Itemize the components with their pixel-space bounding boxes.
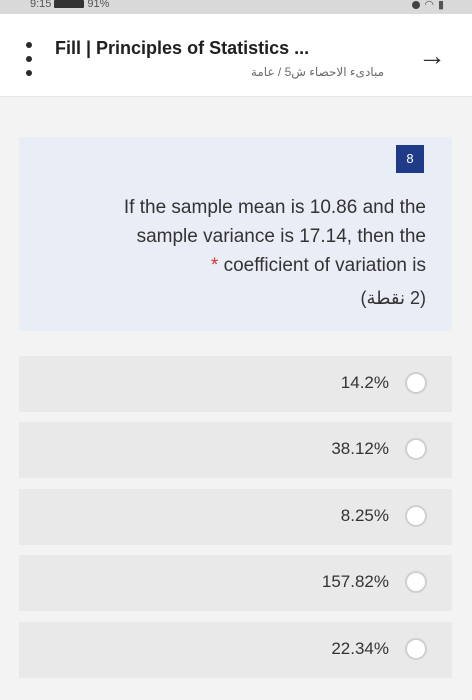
option-5[interactable]: 22.34% [19, 622, 452, 678]
option-3[interactable]: 8.25% [19, 489, 452, 545]
option-label: 14.2% [340, 373, 389, 392]
status-bar: 9:15 91% ◠ ▮ [0, 0, 472, 14]
radio-button[interactable] [405, 505, 427, 527]
status-left: 9:15 91% [30, 0, 109, 10]
battery-percent: 91% [87, 0, 110, 10]
question-line-3: coefficient of variation is [223, 255, 426, 276]
required-star: * [210, 255, 219, 276]
option-label: 38.12% [331, 439, 389, 458]
question-number-badge: 8 [396, 145, 424, 173]
question-points: (2 نقطة) [360, 288, 426, 308]
form-subtitle: مبادىء الاحصاء ش5 / عامة [250, 65, 384, 79]
question-card: 8 If the sample mean is 10.86 and the sa… [19, 137, 452, 331]
option-4[interactable]: 157.82% [19, 555, 452, 611]
notification-icon [412, 0, 421, 9]
radio-button[interactable] [405, 372, 427, 394]
question-line-1: If the sample mean is 10.86 and the [123, 197, 426, 218]
status-right: ◠ ▮ [412, 0, 444, 11]
radio-button[interactable] [405, 638, 427, 660]
form-title: Fill | Principles of Statistics ... [55, 38, 310, 58]
option-1[interactable]: 14.2% [19, 356, 452, 412]
question-text: If the sample mean is 10.86 and the samp… [46, 193, 426, 280]
menu-icon[interactable] [26, 42, 32, 78]
radio-button[interactable] [405, 438, 427, 460]
question-line-2: sample variance is 17.14, then the [136, 226, 426, 247]
option-2[interactable]: 38.12% [19, 422, 452, 478]
option-label: 8.25% [340, 506, 389, 525]
option-label: 157.82% [321, 572, 389, 591]
app-bar: Fill | Principles of Statistics ... مباد… [0, 14, 472, 97]
option-label: 22.34% [331, 639, 389, 658]
status-time: 9:15 [30, 0, 52, 10]
wifi-icon: ◠ [424, 0, 434, 11]
battery-icon [54, 0, 85, 8]
signal-icon: ▮ [437, 0, 444, 11]
arrow-right-icon[interactable]: → [418, 42, 446, 70]
radio-button[interactable] [405, 571, 427, 593]
